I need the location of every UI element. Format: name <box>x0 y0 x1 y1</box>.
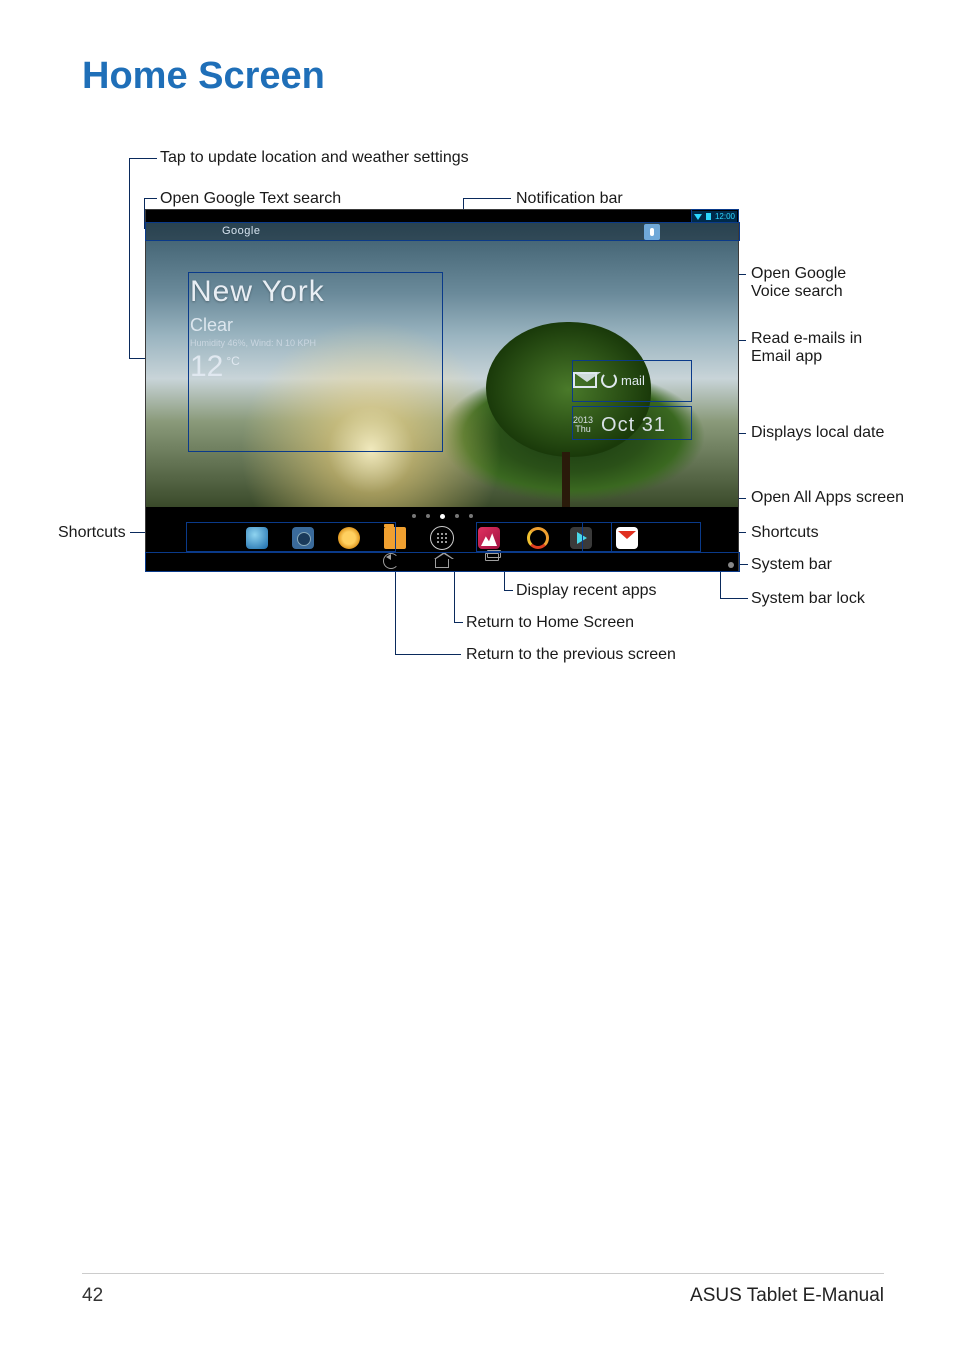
weather-temperature: 12°C <box>190 350 440 384</box>
settings-app-icon[interactable] <box>338 527 360 549</box>
page-title: Home Screen <box>82 55 325 98</box>
mail-icon <box>573 372 597 388</box>
document-title: ASUS Tablet E-Manual <box>690 1285 884 1307</box>
home-screen-diagram: Tap to update location and weather setti… <box>0 140 954 700</box>
callout-return-previous: Return to the previous screen <box>466 646 676 664</box>
email-widget[interactable]: mail <box>573 360 688 400</box>
gallery-app-icon[interactable] <box>478 527 500 549</box>
all-apps-icon[interactable] <box>430 526 454 550</box>
camera-app-icon[interactable] <box>292 527 314 549</box>
weather-city: New York <box>190 275 440 309</box>
recent-apps-icon[interactable] <box>485 553 501 569</box>
music-app-icon[interactable] <box>524 527 546 549</box>
callout-google-text: Open Google Text search <box>160 190 341 208</box>
callout-system-bar: System bar <box>751 556 832 574</box>
files-app-icon[interactable] <box>384 527 406 549</box>
date-main: Oct 31 <box>601 414 666 437</box>
callout-system-bar-lock: System bar lock <box>751 590 865 608</box>
home-icon[interactable] <box>435 558 449 568</box>
callout-recent-apps: Display recent apps <box>516 582 657 600</box>
date-widget[interactable]: 2013 Thu Oct 31 <box>573 410 688 440</box>
voice-search-icon[interactable] <box>644 224 660 240</box>
wifi-icon <box>694 214 702 220</box>
callout-shortcuts-right: Shortcuts <box>751 524 819 542</box>
browser-app-icon[interactable] <box>246 527 268 549</box>
system-bar-lock-dot[interactable] <box>728 562 734 568</box>
date-year-day: 2013 Thu <box>573 416 593 434</box>
callout-shortcuts-left: Shortcuts <box>58 524 126 542</box>
weather-condition: Clear <box>190 315 440 336</box>
callout-email: Read e-mails in Email app <box>751 330 862 367</box>
gmail-app-icon[interactable] <box>616 527 638 549</box>
weather-humidity-wind: Humidity 46%, Wind: N 10 KPH <box>190 338 440 348</box>
weather-widget[interactable]: New York Clear Humidity 46%, Wind: N 10 … <box>190 275 440 450</box>
back-icon[interactable] <box>383 553 399 569</box>
refresh-icon <box>601 372 617 388</box>
status-clock: 12:00 <box>715 212 735 221</box>
callout-notification-bar: Notification bar <box>516 190 623 208</box>
tree-trunk-graphic <box>562 452 570 507</box>
footer-divider <box>82 1273 884 1274</box>
tablet-home-screen: 12:00 Google New York Clear Humidity 46%… <box>145 209 739 572</box>
callout-all-apps: Open All Apps screen <box>751 489 904 507</box>
play-app-icon[interactable] <box>570 527 592 549</box>
page-number: 42 <box>82 1285 103 1307</box>
callout-weather-settings: Tap to update location and weather setti… <box>160 149 469 167</box>
system-bar <box>146 551 738 571</box>
google-search-bar[interactable]: Google <box>146 223 738 241</box>
email-label: mail <box>621 373 645 388</box>
app-dock <box>146 524 738 552</box>
battery-icon <box>706 213 711 220</box>
callout-google-voice: Open Google Voice search <box>751 265 846 302</box>
google-label: Google <box>222 225 260 237</box>
callout-local-date: Displays local date <box>751 424 884 442</box>
page-indicator[interactable] <box>146 510 738 522</box>
callout-return-home: Return to Home Screen <box>466 614 634 632</box>
